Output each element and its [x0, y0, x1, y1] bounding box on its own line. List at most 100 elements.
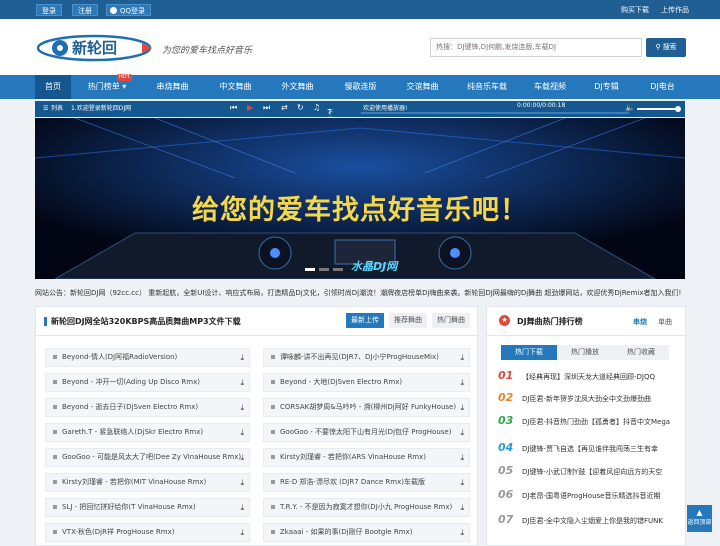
login-button[interactable]: 登录	[36, 4, 62, 16]
volume-knob[interactable]	[675, 106, 681, 112]
next-icon[interactable]: ⏭	[263, 104, 270, 112]
back-to-top-button[interactable]: ▲ 返回顶部	[687, 505, 712, 532]
download-icon[interactable]: ⤓	[457, 449, 464, 466]
main-nav: 首页 热门榜单 ▾ HOT 串烧舞曲 中文舞曲 外文舞曲 慢歌连版 交谊舞曲 纯音…	[0, 74, 720, 99]
register-button[interactable]: 注册	[72, 4, 98, 16]
lyrics-icon[interactable]: ♫	[313, 104, 320, 112]
nav-car-video[interactable]: 车载视频	[524, 75, 576, 99]
song-item[interactable]: Beyond-情人(DJ阿福RadioVersion) ⤓	[45, 348, 250, 367]
hot-badge: HOT	[117, 74, 132, 81]
prev-icon[interactable]: ⏮	[230, 104, 237, 112]
tab-latest[interactable]: 最新上传	[346, 313, 384, 328]
rank-item[interactable]: 02 DJ臣君-新年贺岁沈凤大劲全中文劲爆劲曲	[498, 390, 688, 406]
tab-popular[interactable]: 热门舞曲	[432, 313, 470, 328]
site-logo[interactable]: 新轮回	[36, 32, 156, 62]
qq-login-button[interactable]: QQ登录	[106, 4, 152, 16]
nav-dj-album[interactable]: DJ专辑	[584, 75, 629, 99]
loop-icon[interactable]: ↻	[297, 104, 304, 112]
banner-dots[interactable]	[305, 268, 345, 272]
song-item[interactable]: SLJ - 把回忆拼好给你(T VinaHouse Rmx) ⤓	[45, 498, 250, 517]
song-item[interactable]: Beyond - 冲开一切(Ading Up Disco Rmx) ⤓	[45, 373, 250, 392]
song-item[interactable]: Beyond - 大地(DjSven Electro Rmx) ⤓	[263, 373, 470, 392]
tab-hot-favorite[interactable]: 热门收藏	[613, 345, 669, 360]
divider	[36, 335, 479, 336]
download-icon[interactable]: ⤓	[457, 349, 464, 366]
download-panel: 新轮回DJ网全站320KBPS高品质舞曲MP3文件下载 最新上传 推荐舞曲 热门…	[35, 306, 479, 546]
arrow-up-icon: ▲	[696, 508, 703, 517]
buy-download-link[interactable]: 购买下载	[616, 4, 654, 16]
progress-track[interactable]	[361, 112, 629, 114]
song-item[interactable]: GooGoo - 不要惊太阳下山有月光(Dj包仔 ProgHouse) ⤓	[263, 423, 470, 442]
nav-slow[interactable]: 慢歌连版	[333, 75, 388, 99]
rank-item[interactable]: 05 DJ键锋-小武订制Y鼓【迎着风迎向远方的天空	[498, 463, 688, 479]
slogan: 为您的爱车找点好音乐	[162, 46, 253, 56]
rank-item[interactable]: 06 DJ老昂-国粤语ProgHouse音乐精选抖音近期	[498, 487, 688, 503]
song-item[interactable]: Gareth.T - 紧急联络人(DjSkr Electro Rmx) ⤓	[45, 423, 250, 442]
shuffle-icon[interactable]: ⇄	[281, 104, 288, 112]
download-icon[interactable]: ⤓	[457, 474, 464, 491]
logo-text: 新轮回	[72, 39, 117, 57]
rank-item[interactable]: 03 DJ臣君-抖音热门劲劲【孤勇者】抖音中文Mega	[498, 413, 688, 429]
nav-ballroom[interactable]: 交谊舞曲	[395, 75, 450, 99]
top-bar: 登录 注册 QQ登录 购买下载 上传作品	[0, 0, 720, 19]
song-item[interactable]: CORSAK胡梦周&马吟吟 - 溯(柳州Dj阿好 FunkyHouse) ⤓	[263, 398, 470, 417]
download-icon[interactable]: ⤓	[457, 524, 464, 541]
nav-home[interactable]: 首页	[35, 75, 71, 99]
download-icon[interactable]: ⤓	[240, 524, 244, 541]
song-item[interactable]: Beyond - 逝去日子(DjSven Electro Rmx) ⤓	[45, 398, 250, 417]
download-icon[interactable]: ⤓	[240, 449, 244, 466]
banner[interactable]: 给您的爱车找点好音乐吧！ 水晶DJ网	[35, 118, 685, 279]
search-icon: ⚲	[655, 43, 661, 51]
qq-icon	[110, 7, 117, 14]
trophy-icon: ★	[499, 315, 510, 326]
divider	[487, 335, 687, 336]
rank-item[interactable]: 07 DJ臣君-全中文隐入尘烟爱上你是我的错FUNK	[498, 512, 688, 528]
download-icon[interactable]: ⤓	[240, 474, 244, 491]
song-item[interactable]: Kirsty刘瑾睿 - 若把你(MIT VinaHouse Rmx) ⤓	[45, 473, 250, 492]
banner-headline: 给您的爱车找点好音乐吧！	[192, 195, 528, 226]
site-notice: 网站公告：新轮回DJ网（92cc.cc） 重新起航，全新UI设计、响应式布局，打…	[35, 289, 682, 297]
playlist-label[interactable]: 列表	[51, 105, 63, 113]
tab-hot-download[interactable]: 热门下载	[501, 345, 557, 360]
dropdown-arrow-icon: ▾	[122, 82, 127, 91]
rank-item[interactable]: 01 【经典再现】深圳天龙大道经典回顾-DJQQ	[498, 368, 688, 384]
download-icon[interactable]: ⤓	[457, 399, 464, 416]
play-icon[interactable]: ▶	[247, 104, 253, 112]
ranking-title: DJ舞曲热门排行榜	[517, 317, 583, 326]
download-icon[interactable]: ⤓	[240, 499, 244, 516]
volume-icon[interactable]: 🔈	[625, 104, 635, 112]
song-item[interactable]: T.R.Y. - 不是因为寂寞才想你(DJ小九 ProgHouse Rmx) ⤓	[263, 498, 470, 517]
banner-watermark: 水晶DJ网	[351, 260, 398, 273]
upload-link[interactable]: 上传作品	[656, 4, 694, 16]
search-button[interactable]: ⚲ 搜索	[646, 38, 686, 57]
song-item[interactable]: GooGoo - 可能是风太大了吧(Dee Zy VinaHouse Rmx) ⤓	[45, 448, 250, 467]
download-icon[interactable]: ⤓	[457, 499, 464, 516]
nav-chinese[interactable]: 中文舞曲	[208, 75, 263, 99]
nav-hot-chart[interactable]: 热门榜单 ▾ HOT	[79, 74, 135, 99]
song-item[interactable]: 谭咏麟-讲不出再见(DJR7、DJ小宁ProgHouseMix) ⤓	[263, 348, 470, 367]
song-item[interactable]: RE-D 郑浩-漂尽欢 (DJR7 Dance Rmx)车载版 ⤓	[263, 473, 470, 492]
download-icon[interactable]: ⤓	[240, 424, 244, 441]
rank-item[interactable]: 04 DJ键锋-贾飞自选【再见谁伴我闯荡三生有幸	[498, 440, 688, 456]
current-track: 1.欢迎登录新轮回DJ网	[71, 105, 132, 112]
switch-single[interactable]: 单曲	[658, 317, 672, 327]
download-icon[interactable]: ⤓	[240, 374, 244, 391]
download-icon[interactable]: ⤓	[457, 424, 464, 441]
volume-slider[interactable]	[637, 108, 677, 110]
song-item[interactable]: Zkaaai - 如果的事(Dj刚仔 Bootgle Rmx) ⤓	[263, 523, 470, 542]
nav-foreign[interactable]: 外文舞曲	[270, 75, 325, 99]
nav-medley[interactable]: 串烧舞曲	[145, 75, 200, 99]
song-item[interactable]: VTX-秋色(DjR祥 ProgHouse Rmx) ⤓	[45, 523, 250, 542]
download-icon[interactable]: ⤓	[240, 349, 244, 366]
download-icon[interactable]: ⤓	[240, 399, 244, 416]
nav-dj-radio[interactable]: DJ电台	[640, 75, 685, 99]
switch-medley[interactable]: 串烧	[633, 317, 647, 327]
nav-pure-music[interactable]: 纯音乐车载	[456, 75, 518, 99]
tab-hot-play[interactable]: 热门播放	[557, 345, 613, 360]
song-item[interactable]: Kirsty刘瑾睿 - 若把你(ARS VinaHouse Rmx) ⤓	[263, 448, 470, 467]
download-icon[interactable]: ⤓	[457, 374, 464, 391]
playlist-icon[interactable]: ☰	[43, 105, 48, 113]
header: 新轮回 为您的爱车找点好音乐 热搜：DJ键锋,DJ何鹏,发烧连版,车载DJ ⚲ …	[0, 19, 720, 75]
tab-recommended[interactable]: 推荐舞曲	[389, 313, 427, 328]
search-input[interactable]: 热搜：DJ键锋,DJ何鹏,发烧连版,车载DJ	[430, 38, 642, 57]
